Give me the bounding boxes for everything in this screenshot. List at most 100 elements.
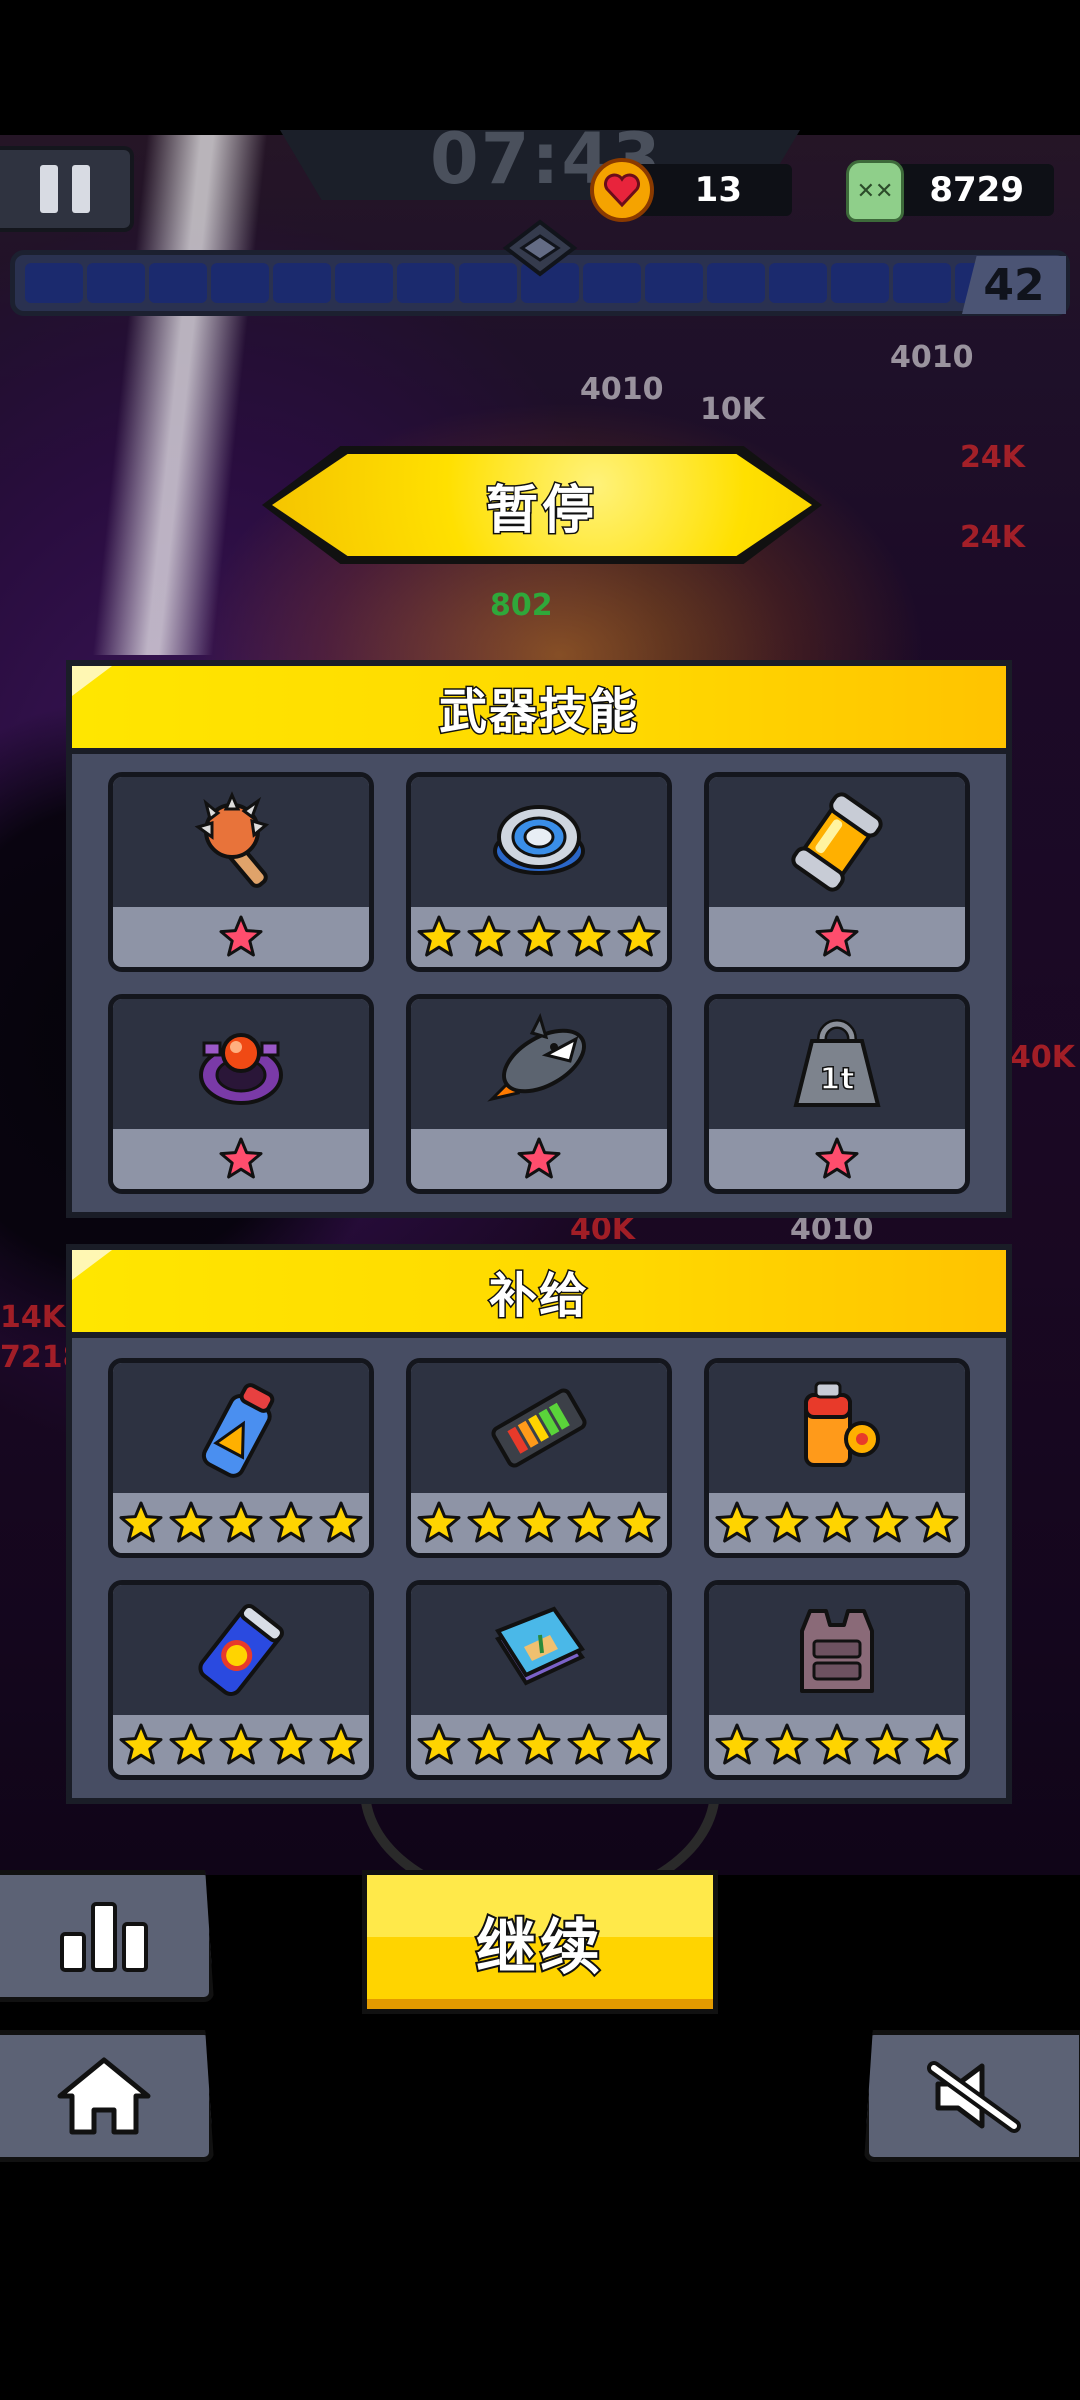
star-icon (765, 1723, 809, 1765)
home-button[interactable] (0, 2030, 214, 2162)
supply-card-icon-area (709, 1363, 965, 1493)
weapon-card[interactable] (406, 772, 672, 972)
xp-segment (397, 263, 455, 303)
xp-segment (335, 263, 393, 303)
stats-button[interactable] (0, 1870, 214, 2002)
star-icon (319, 1723, 363, 1765)
weapon-card[interactable] (108, 772, 374, 972)
supply-card-stars (113, 1715, 369, 1775)
star-icon (467, 1501, 511, 1543)
kill-count: 8729 (929, 170, 1024, 210)
fuel-tank-icon (782, 1373, 892, 1483)
speaker-muted-icon (927, 2061, 1021, 2133)
armor-vest-icon (782, 1595, 892, 1705)
spray-can-icon (186, 1373, 296, 1483)
supply-card[interactable] (704, 1580, 970, 1780)
xp-segment (769, 263, 827, 303)
weapon-card-icon-area (411, 777, 667, 907)
xp-segment (211, 263, 269, 303)
supply-card[interactable] (406, 1358, 672, 1558)
spiked-club-icon (186, 787, 296, 897)
xp-segment (25, 263, 83, 303)
heart-icon (590, 158, 654, 222)
star-icon (765, 1501, 809, 1543)
disc-drone-icon (484, 787, 594, 897)
star-icon (865, 1501, 909, 1543)
weapon-card-stars (411, 907, 667, 967)
pause-bar (40, 165, 58, 213)
star-icon (169, 1723, 213, 1765)
star-icon (119, 1723, 163, 1765)
star-icon (617, 1501, 661, 1543)
xp-segment (87, 263, 145, 303)
supply-card-stars (709, 1715, 965, 1775)
xp-segment (893, 263, 951, 303)
star-icon (567, 915, 611, 957)
energy-drink-icon (186, 1595, 296, 1705)
weapon-card-icon-area (411, 999, 667, 1129)
supply-card-stars (113, 1493, 369, 1553)
supplies-grid (108, 1358, 980, 1780)
star-icon (467, 1723, 511, 1765)
pause-button[interactable] (0, 146, 134, 232)
star-icon (715, 1501, 759, 1543)
xp-segment (583, 263, 641, 303)
bar-chart-icon (60, 1902, 148, 1972)
supply-card-stars (411, 1493, 667, 1553)
continue-label: 继续 (474, 1911, 604, 1985)
supply-card-stars (411, 1715, 667, 1775)
damage-number: 40K (1010, 1040, 1075, 1075)
star-icon (219, 915, 263, 957)
star-icon (467, 915, 511, 957)
weapon-card-stars (113, 1129, 369, 1189)
weapon-card-stars (709, 907, 965, 967)
weapon-card-icon-area (113, 777, 369, 907)
star-icon (219, 1137, 263, 1179)
damage-number: 14K (0, 1300, 65, 1335)
zombie-skull-icon: ✕✕ (846, 160, 904, 222)
star-icon (815, 915, 859, 957)
supply-card-icon-area (411, 1585, 667, 1715)
pause-bar (72, 165, 90, 213)
damage-number: 10K (700, 392, 765, 427)
weapons-panel-header: 武器技能 (72, 666, 1006, 754)
supply-card[interactable] (108, 1580, 374, 1780)
damage-number: 24K (960, 520, 1025, 555)
weapon-card-stars (113, 907, 369, 967)
weapon-card[interactable] (406, 994, 672, 1194)
star-icon (219, 1723, 263, 1765)
sound-toggle-button[interactable] (864, 2030, 1080, 2162)
supply-card[interactable] (406, 1580, 672, 1780)
hearts-count: 13 (694, 170, 742, 210)
battery-pack-icon (484, 1373, 594, 1483)
supply-card-icon-area (411, 1363, 667, 1493)
xp-segment (273, 263, 331, 303)
energy-canister-icon (782, 787, 892, 897)
star-icon (169, 1501, 213, 1543)
weapon-card[interactable]: 1t (704, 994, 970, 1194)
star-icon (269, 1501, 313, 1543)
weapon-card[interactable] (704, 772, 970, 972)
supplies-panel-header: 补给 (72, 1250, 1006, 1338)
weapons-panel-title: 武器技能 (437, 683, 639, 742)
supply-card[interactable] (108, 1358, 374, 1558)
orb-turret-icon (186, 1009, 296, 1119)
star-icon (417, 1501, 461, 1543)
star-icon (319, 1501, 363, 1543)
star-icon (715, 1723, 759, 1765)
star-icon (815, 1723, 859, 1765)
level-badge: 42 (962, 256, 1066, 314)
supply-card[interactable] (704, 1358, 970, 1558)
star-icon (567, 1723, 611, 1765)
map-book-icon (484, 1595, 594, 1705)
one-ton-weight-icon: 1t (782, 1009, 892, 1119)
weapon-card[interactable] (108, 994, 374, 1194)
xp-segment (645, 263, 703, 303)
pause-title: 暂停 (484, 479, 598, 542)
svg-text:1t: 1t (819, 1062, 854, 1097)
star-icon (617, 915, 661, 957)
supply-card-icon-area (709, 1585, 965, 1715)
continue-button[interactable]: 继续 (362, 1870, 718, 2014)
weapons-panel: 武器技能 1t (66, 660, 1012, 1218)
star-icon (517, 915, 561, 957)
